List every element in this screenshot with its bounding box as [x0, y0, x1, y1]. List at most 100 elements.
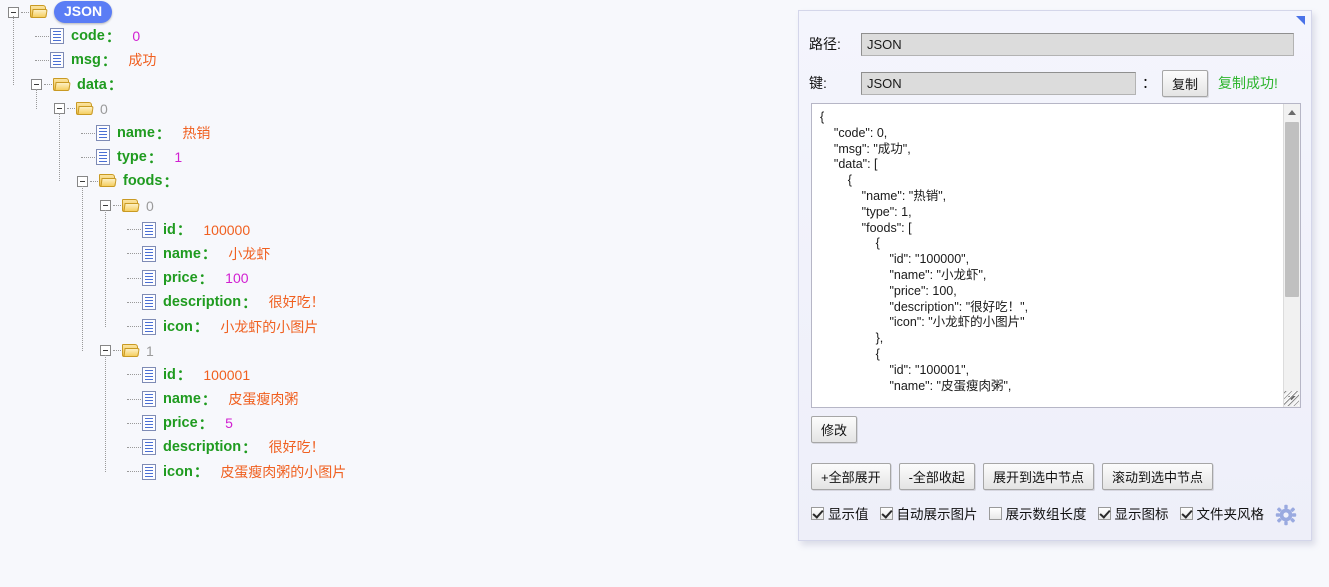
tree-connector-line [35, 59, 49, 61]
path-input[interactable] [861, 32, 1294, 56]
node-value-label: 1 [174, 149, 183, 166]
action-button-1[interactable]: -全部收起 [898, 463, 975, 490]
checkbox-0[interactable] [811, 506, 824, 520]
option-item-0[interactable]: 显示值 [811, 503, 869, 523]
checkbox-label-1: 自动展示图片 [896, 507, 978, 522]
checkbox-3[interactable] [1097, 506, 1111, 520]
tree-connector-line [35, 35, 49, 37]
resize-grip-icon[interactable] [1284, 391, 1299, 406]
tree-connector-line [127, 229, 141, 231]
tree-folder-node[interactable]: foods： [0, 169, 790, 193]
action-button-2[interactable]: 展开到选中节点 [982, 463, 1094, 490]
node-key-label: name [163, 245, 201, 262]
node-key-label: description [163, 294, 242, 311]
node-value-label: 皮蛋瘦肉粥 [228, 391, 299, 408]
node-key-label: foods [123, 173, 163, 190]
tree-leaf-node[interactable]: icon： 小龙虾的小图片 [0, 314, 790, 338]
node-key-label: description [163, 439, 242, 456]
tree-connector-line [21, 11, 29, 13]
tree-leaf-node[interactable]: name： 热销 [0, 121, 790, 145]
node-key-label: data [77, 76, 107, 93]
node-value-label: 100000 [203, 221, 251, 238]
node-value-label: 0 [132, 28, 141, 45]
folder-icon [122, 343, 140, 358]
selected-node-label[interactable]: JSON [54, 1, 113, 23]
checkbox-label-3: 显示图标 [1114, 507, 1169, 522]
tree-folder-node[interactable]: 0 [0, 194, 790, 218]
document-icon [50, 52, 64, 69]
tree-connector-line [67, 108, 75, 110]
option-item-2[interactable]: 展示数组长度 [988, 503, 1087, 523]
edit-button[interactable]: 修改 [811, 416, 858, 443]
array-index-label: 1 [146, 342, 154, 359]
key-input[interactable] [861, 71, 1136, 95]
tree-leaf-node[interactable]: id： 100001 [0, 363, 790, 387]
tree-connector-line [113, 350, 121, 352]
tree-leaf-node[interactable]: description： 很好吃！ [0, 435, 790, 459]
gear-icon[interactable] [1275, 504, 1297, 526]
tree-leaf-node[interactable]: price： 5 [0, 411, 790, 435]
path-row: 路径: [799, 29, 1311, 59]
tree-leaf-node[interactable]: name： 小龙虾 [0, 242, 790, 266]
document-icon [50, 28, 64, 45]
tree-leaf-node[interactable]: code： 0 [0, 24, 790, 48]
action-button-0[interactable]: +全部展开 [811, 463, 891, 490]
node-value-label: 5 [225, 415, 233, 432]
tree-leaf-node[interactable]: name： 皮蛋瘦肉粥 [0, 387, 790, 411]
scroll-up-arrow-icon[interactable] [1284, 104, 1300, 121]
json-textarea-scrollbar[interactable] [1283, 104, 1300, 407]
tree-connector-line [127, 253, 141, 255]
node-key-label: id [163, 366, 176, 383]
action-button-3[interactable]: 滚动到选中节点 [1101, 463, 1213, 490]
node-colon: ： [201, 392, 217, 409]
document-icon [142, 366, 156, 383]
tree-guide-line [105, 209, 106, 327]
tree-connector-line [113, 205, 121, 207]
folder-icon [76, 101, 94, 116]
json-tree-panel: JSON code： 0 msg：成功 data： 0 name：热销 type： 1 foods… [0, 0, 790, 587]
tree-leaf-node[interactable]: price： 100 [0, 266, 790, 290]
document-icon [96, 149, 110, 166]
tree-folder-node[interactable]: 1 [0, 339, 790, 363]
scrollbar-thumb[interactable] [1285, 122, 1299, 297]
tree-folder-node[interactable]: JSON [0, 0, 790, 24]
checkbox-4[interactable] [1179, 506, 1193, 520]
option-item-1[interactable]: 自动展示图片 [879, 503, 978, 523]
copy-button[interactable]: 复制 [1162, 69, 1209, 97]
json-tools-panel: 路径: 键: ： 复制 复制成功! { "code": 0, "msg": "成… [798, 10, 1312, 541]
node-colon: ： [193, 320, 209, 337]
tree-leaf-node[interactable]: msg： 成功 [0, 48, 790, 72]
node-value-label: 100001 [203, 366, 251, 383]
option-item-3[interactable]: 显示图标 [1097, 503, 1169, 523]
tree-leaf-node[interactable]: icon： 皮蛋瘦肉粥的小图片 [0, 460, 790, 484]
checkbox-2[interactable] [988, 506, 1002, 520]
document-icon [142, 221, 156, 238]
node-key-label: icon [163, 318, 193, 335]
node-colon: ： [201, 247, 217, 264]
tree-leaf-node[interactable]: type： 1 [0, 145, 790, 169]
node-value-label: 小龙虾 [228, 245, 271, 262]
tree-folder-node[interactable]: data： [0, 73, 790, 97]
node-key-label: msg [71, 52, 101, 69]
tree-connector-line [44, 84, 52, 86]
node-colon: ： [242, 295, 257, 312]
json-textarea[interactable]: { "code": 0, "msg": "成功", "data": [ { "n… [812, 104, 1284, 407]
checkbox-1[interactable] [879, 506, 893, 520]
tree-folder-node[interactable]: 0 [0, 97, 790, 121]
key-label: 键: [809, 75, 827, 91]
collapse-triangle-icon[interactable] [1296, 16, 1305, 25]
option-item-4[interactable]: 文件夹风格 [1179, 503, 1264, 523]
checkbox-label-0: 显示值 [828, 507, 869, 522]
tree-connector-line [127, 301, 141, 303]
edit-button-row: 修改 [811, 416, 858, 443]
tree-guide-line [59, 112, 60, 182]
tree-leaf-node[interactable]: description： 很好吃！ [0, 290, 790, 314]
node-value-label: 很好吃！ [268, 294, 325, 311]
tree-leaf-node[interactable]: id： 100000 [0, 218, 790, 242]
node-key-label: price [163, 415, 198, 432]
